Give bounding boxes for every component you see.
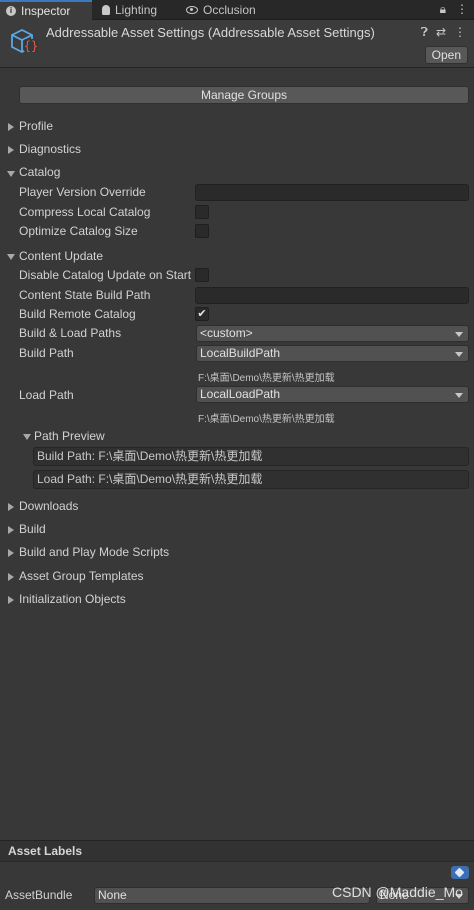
build-remote-catalog-label: Build Remote Catalog — [19, 307, 136, 321]
asset-bundle-dropdown[interactable]: None — [94, 887, 370, 904]
foldout-arrow-icon[interactable] — [7, 254, 15, 260]
foldout-arrow-icon[interactable] — [8, 573, 14, 581]
tab-label: Inspector — [21, 4, 71, 18]
load-path-label: Load Path — [19, 388, 74, 402]
dropdown-value: LocalLoadPath — [200, 387, 281, 401]
tab-lighting[interactable]: Lighting — [96, 0, 163, 20]
build-load-paths-dropdown[interactable]: <custom> — [196, 325, 469, 342]
dropdown-value: None — [98, 888, 127, 902]
optimize-catalog-size-checkbox[interactable] — [195, 224, 209, 238]
more-options-icon[interactable]: ⋮ — [456, 2, 468, 17]
compress-local-catalog-label: Compress Local Catalog — [19, 205, 151, 219]
foldout-catalog[interactable]: Catalog — [19, 165, 60, 179]
help-icon[interactable]: ❓︎ — [421, 25, 428, 40]
load-path-preview: Load Path: F:\桌面\Demo\热更新\热更加载 — [33, 470, 469, 489]
build-path-resolved: F:\桌面\Demo\热更新\热更加载 — [198, 373, 335, 384]
asset-labels-bar[interactable]: Asset Labels — [0, 840, 474, 862]
preset-icon[interactable]: ⇄ — [436, 25, 446, 40]
chevron-down-icon — [455, 352, 463, 357]
load-path-resolved: F:\桌面\Demo\热更新\热更加载 — [198, 414, 335, 425]
lock-icon[interactable]: 🔒︎ — [440, 2, 446, 17]
addressable-asset-icon: {} — [11, 28, 38, 54]
tab-bar: i Inspector Lighting Occlusion 🔒︎ ⋮ — [0, 0, 474, 20]
chevron-down-icon — [455, 332, 463, 337]
inspector-header: {} Addressable Asset Settings (Addressab… — [0, 20, 474, 68]
foldout-arrow-icon[interactable] — [8, 549, 14, 557]
content-state-build-path-label: Content State Build Path — [19, 288, 151, 302]
tab-inspector[interactable]: i Inspector — [0, 0, 92, 20]
foldout-downloads[interactable]: Downloads — [19, 499, 78, 513]
asset-labels-title: Asset Labels — [8, 844, 83, 858]
eye-icon — [186, 6, 198, 14]
tab-occlusion[interactable]: Occlusion — [180, 0, 262, 20]
foldout-arrow-icon[interactable] — [8, 596, 14, 604]
disable-catalog-update-checkbox[interactable] — [195, 268, 209, 282]
foldout-arrow-icon[interactable] — [23, 434, 31, 440]
foldout-initialization-objects[interactable]: Initialization Objects — [19, 592, 126, 606]
build-remote-catalog-checkbox[interactable]: ✔ — [195, 307, 209, 321]
tag-icon[interactable] — [451, 866, 469, 879]
open-button[interactable]: Open — [424, 46, 468, 64]
inspector-title: Addressable Asset Settings (Addressable … — [46, 25, 375, 40]
player-version-override-field[interactable] — [195, 184, 469, 201]
watermark: CSDN @Maddie_Mo — [332, 884, 463, 900]
foldout-asset-group-templates[interactable]: Asset Group Templates — [19, 569, 144, 583]
build-path-preview: Build Path: F:\桌面\Demo\热更新\热更加载 — [33, 447, 469, 466]
foldout-profile[interactable]: Profile — [19, 119, 53, 133]
chevron-down-icon — [455, 393, 463, 398]
tab-label: Lighting — [115, 3, 158, 17]
foldout-diagnostics[interactable]: Diagnostics — [19, 142, 81, 156]
dropdown-value: <custom> — [200, 326, 253, 340]
lightbulb-icon — [102, 5, 110, 15]
player-version-override-label: Player Version Override — [19, 185, 146, 199]
dropdown-value: LocalBuildPath — [200, 346, 281, 360]
tab-tools: 🔒︎ ⋮ — [440, 2, 468, 17]
build-path-dropdown[interactable]: LocalBuildPath — [196, 345, 469, 362]
content-state-build-path-field[interactable] — [195, 287, 469, 304]
more-options-icon[interactable]: ⋮ — [454, 25, 466, 40]
asset-bundle-label: AssetBundle — [5, 888, 73, 902]
foldout-arrow-icon[interactable] — [8, 123, 14, 131]
foldout-arrow-icon[interactable] — [8, 503, 14, 511]
foldout-arrow-icon[interactable] — [8, 526, 14, 534]
header-tools: ❓︎ ⇄ ⋮ — [421, 25, 466, 40]
build-load-paths-label: Build & Load Paths — [19, 326, 122, 340]
build-path-label: Build Path — [19, 346, 74, 360]
compress-local-catalog-checkbox[interactable] — [195, 205, 209, 219]
manage-groups-button[interactable]: Manage Groups — [19, 86, 469, 104]
foldout-content-update[interactable]: Content Update — [19, 249, 103, 263]
foldout-path-preview[interactable]: Path Preview — [34, 429, 105, 443]
checkmark-icon: ✔ — [197, 308, 207, 320]
foldout-arrow-icon[interactable] — [7, 171, 15, 177]
tab-label: Occlusion — [203, 3, 256, 17]
load-path-dropdown[interactable]: LocalLoadPath — [196, 386, 469, 403]
foldout-arrow-icon[interactable] — [8, 146, 14, 154]
foldout-build[interactable]: Build — [19, 522, 46, 536]
disable-catalog-update-label: Disable Catalog Update on Start — [19, 268, 192, 282]
svg-text:{}: {} — [24, 39, 38, 53]
info-icon: i — [6, 6, 16, 16]
foldout-build-play-mode-scripts[interactable]: Build and Play Mode Scripts — [19, 545, 169, 559]
optimize-catalog-size-label: Optimize Catalog Size — [19, 224, 138, 238]
